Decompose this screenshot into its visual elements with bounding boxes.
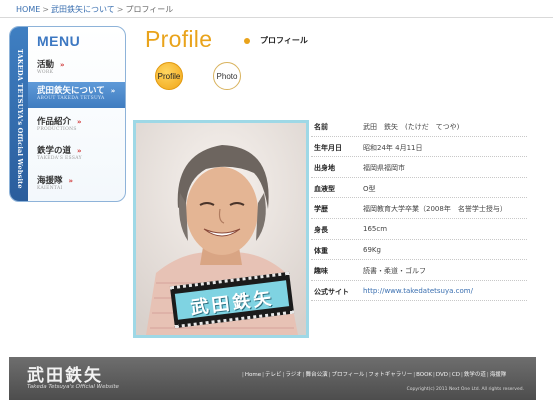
menu-title: MENU: [37, 33, 81, 49]
footer-link-book[interactable]: BOOK: [416, 372, 432, 378]
footer-separator: |: [262, 372, 264, 378]
page-subtitle: プロフィール: [260, 36, 308, 45]
profile-row-blood-type: 血液型 O型: [311, 178, 527, 199]
footer-separator: |: [242, 372, 244, 378]
footer-tagline: Takeda Tetsuya's Official Website: [27, 384, 119, 390]
profile-value: 武田 鉄矢 (たけだ てつや): [363, 123, 460, 131]
footer-separator: |: [433, 372, 435, 378]
double-arrow-icon: »: [77, 147, 82, 155]
page-title: Profile: [145, 26, 213, 52]
footer-link-profile[interactable]: プロフィール: [331, 372, 364, 378]
profile-value: 69Kg: [363, 245, 381, 254]
sidebar-item-work[interactable]: 活動» WORK: [28, 56, 125, 82]
footer-link-dvd[interactable]: DVD: [436, 372, 448, 378]
footer-link-cd[interactable]: CD: [452, 372, 460, 378]
tab-profile[interactable]: Profile: [155, 62, 183, 90]
footer-separator: |: [302, 372, 305, 378]
sidebar-item-sublabel: PRODUCTIONS: [37, 127, 77, 132]
sidebar-item-productions[interactable]: 作品紹介» PRODUCTIONS: [28, 113, 125, 139]
bullet-dot-icon: [244, 38, 250, 44]
breadcrumb-home-link[interactable]: HOME: [16, 5, 40, 14]
footer-separator: |: [486, 372, 489, 378]
footer-link-essay[interactable]: 鉄学の道: [464, 372, 486, 378]
profile-row-hobbies: 趣味 読書・柔道・ゴルフ: [311, 260, 527, 281]
tab-photo[interactable]: Photo: [213, 62, 241, 90]
sidebar-item-sublabel: TAKEDA'S ESSAY: [37, 156, 82, 161]
sidebar-strip: TAKEDA TETSUYA's Official Website: [10, 27, 28, 201]
profile-row-weight: 体重 69Kg: [311, 240, 527, 261]
footer-logo[interactable]: 武田鉄矢: [27, 361, 103, 386]
double-arrow-icon: »: [68, 177, 74, 185]
profile-table: 名前 武田 鉄矢 (たけだ てつや) 生年月日 昭和24年 4月11日 出身地 …: [311, 116, 527, 302]
profile-label: 趣味: [314, 267, 328, 276]
sidebar-vertical-title: TAKEDA TETSUYA's Official Website: [16, 49, 24, 189]
profile-value: 福岡県福岡市: [363, 164, 405, 173]
sidebar-item-label: 作品紹介»: [37, 117, 82, 127]
footer-separator: |: [413, 372, 416, 378]
footer-separator: |: [449, 372, 451, 378]
profile-label: 名前: [314, 123, 328, 131]
profile-value: 読書・柔道・ゴルフ: [363, 267, 426, 276]
profile-label: 公式サイト: [314, 287, 349, 296]
breadcrumb-current: プロフィール: [125, 5, 174, 14]
footer-link-kaientai[interactable]: 海援隊: [490, 372, 507, 378]
profile-label: 出身地: [314, 164, 335, 173]
sidebar-item-label: 活動»: [37, 60, 65, 70]
footer-link-home[interactable]: Home: [245, 372, 261, 378]
footer: 武田鉄矢 Takeda Tetsuya's Official Website |…: [9, 357, 536, 400]
profile-value: O型: [363, 184, 376, 193]
sidebar-item-label: 鉄学の道»: [37, 146, 82, 156]
photo-caption-name: 武田鉄矢: [189, 287, 276, 320]
footer-link-radio[interactable]: ラジオ: [285, 372, 301, 378]
profile-row-education: 学歴 福岡教育大学卒業（2008年 名誉学士授与）: [311, 198, 527, 219]
footer-copyright: Copyright(c) 2011 Next One Ltd. All righ…: [406, 387, 524, 392]
profile-photo: 武田鉄矢: [133, 120, 309, 338]
sidebar-menu: TAKEDA TETSUYA's Official Website MENU 活…: [9, 26, 126, 202]
official-site-link[interactable]: http://www.takedatetsuya.com/: [363, 287, 473, 295]
footer-link-gallery[interactable]: フォトギャラリー: [368, 372, 412, 378]
sidebar-item-sublabel: WORK: [37, 70, 54, 75]
profile-label: 身長: [314, 225, 328, 234]
film-strip-inner: 武田鉄矢: [174, 280, 290, 320]
double-arrow-icon: »: [77, 118, 82, 126]
footer-link-stage[interactable]: 舞台公演: [306, 372, 328, 378]
top-divider: [0, 17, 553, 18]
sidebar-item-sublabel: KAIENTAI: [37, 186, 63, 191]
profile-value: 福岡教育大学卒業（2008年 名誉学士授与）: [363, 205, 507, 214]
double-arrow-icon: »: [110, 87, 116, 95]
sidebar-item-about[interactable]: 武田鉄矢について» ABOUT TAKEDA TETSUYA: [28, 82, 125, 108]
footer-nav: |Home|テレビ|ラジオ|舞台公演|プロフィール|フォトギャラリー|BOOK|…: [241, 370, 506, 378]
sidebar-item-label: 海援隊»: [37, 176, 74, 186]
sidebar-item-label: 武田鉄矢について»: [37, 86, 116, 96]
profile-row-website: 公式サイト http://www.takedatetsuya.com/: [311, 281, 527, 302]
profile-value: 165cm: [363, 224, 388, 233]
profile-row-hometown: 出身地 福岡県福岡市: [311, 157, 527, 178]
breadcrumb-separator: >: [42, 5, 49, 14]
profile-label: 学歴: [314, 205, 328, 214]
footer-separator: |: [460, 372, 463, 378]
breadcrumb-section-link[interactable]: 武田鉄矢について: [51, 5, 115, 14]
sidebar-item-sublabel: ABOUT TAKEDA TETSUYA: [37, 96, 105, 101]
profile-row-birthday: 生年月日 昭和24年 4月11日: [311, 137, 527, 158]
profile-label: 生年月日: [314, 143, 342, 152]
footer-link-tv[interactable]: テレビ: [265, 372, 282, 378]
sidebar-item-essay[interactable]: 鉄学の道» TAKEDA'S ESSAY: [28, 142, 125, 168]
breadcrumb: HOME > 武田鉄矢について > プロフィール: [16, 4, 173, 15]
profile-row-height: 身長 165cm: [311, 219, 527, 240]
profile-label: 血液型: [314, 184, 335, 193]
sidebar-item-kaientai[interactable]: 海援隊» KAIENTAI: [28, 172, 125, 198]
profile-value: 昭和24年 4月11日: [363, 143, 423, 152]
double-arrow-icon: »: [60, 61, 65, 69]
footer-separator: |: [365, 372, 368, 378]
profile-label: 体重: [314, 246, 328, 255]
profile-row-name: 名前 武田 鉄矢 (たけだ てつや): [311, 116, 527, 137]
breadcrumb-separator: >: [116, 5, 124, 14]
